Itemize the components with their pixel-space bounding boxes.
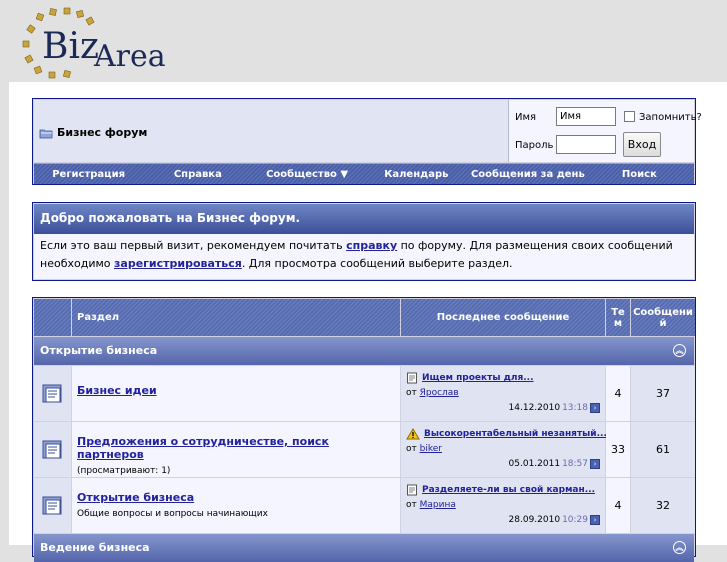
breadcrumb[interactable]: Бизнес форум [39,126,147,139]
nav-help[interactable]: Справка [143,164,252,184]
svg-text:Biz: Biz [42,26,99,67]
document-icon [407,484,417,496]
password-input[interactable] [556,135,616,154]
password-label: Пароль [515,140,554,151]
register-link[interactable]: зарегистрироваться [114,257,242,270]
forum-viewers: (просматривают: 1) [77,466,171,476]
threads-count: 4 [606,478,630,533]
forum-table: Раздел Последнее сообщение Те м Сообщени… [32,297,696,562]
nav-register[interactable]: Регистрация [34,164,143,184]
nav-search[interactable]: Поиск [585,164,694,184]
header-icon-col [34,299,71,336]
nav-todays-posts[interactable]: Сообщения за день [471,164,585,184]
username-input[interactable] [556,107,616,126]
posts-count: 37 [631,366,695,421]
threads-count: 4 [606,366,630,421]
collapse-icon[interactable]: ︽ [673,344,686,357]
navbar-menu: Регистрация Справка Сообщество ▼ Календа… [34,163,694,184]
remember-checkbox[interactable] [624,111,635,122]
help-link[interactable]: справку [346,239,397,252]
last-post-date: 05.01.2011 [508,459,561,469]
forum-title[interactable]: Предложения о сотрудничестве, поиск парт… [77,435,395,461]
last-post-cell: Ищем проекты для... от Ярослав 14.12.201… [401,366,605,421]
nav-community[interactable]: Сообщество ▼ [252,164,361,184]
welcome-text: Если это ваш первый визит, рекомендуем п… [34,234,694,279]
remember-label: Запомнить? [639,112,702,123]
last-post-author[interactable]: Ярослав [420,388,459,398]
go-to-last-post-icon[interactable]: › [590,403,600,413]
posts-count: 61 [631,422,695,477]
login-button[interactable]: Вход [623,132,661,157]
username-label: Имя [515,112,537,123]
forum-status-icon [34,366,71,421]
warning-icon [406,428,420,440]
forum-row[interactable]: Бизнес идеи [72,366,400,421]
last-post-author[interactable]: Марина [420,500,456,510]
last-post-date: 14.12.2010 [508,403,561,413]
by-label: от [406,500,417,510]
last-post-author[interactable]: biker [420,444,442,454]
threads-count: 33 [606,422,630,477]
last-post-time: 18:57 [562,459,588,469]
forum-description: Общие вопросы и вопросы начинающих [77,509,268,519]
breadcrumb-title[interactable]: Бизнес форум [57,126,147,139]
last-post-cell: Высокорентабельный незанятый... от biker… [401,422,607,477]
welcome-box: Добро пожаловать на Бизнес форум. Если э… [32,202,696,281]
go-to-last-post-icon[interactable]: › [590,459,600,469]
header-section: Раздел [72,299,400,336]
forum-status-icon [34,422,71,477]
last-post-time: 13:18 [562,403,588,413]
posts-count: 32 [631,478,695,533]
folder-icon [39,129,53,138]
navbar-top: Бизнес форум Имя Запомнить? Пароль Вход [34,100,702,162]
last-post-title[interactable]: Высокорентабельный незанятый... [424,429,607,439]
page-container: Бизнес форум Имя Запомнить? Пароль Вход … [9,82,727,562]
welcome-text-part: . Для просмотра сообщений выберите разде… [241,257,513,270]
forum-row[interactable]: Предложения о сотрудничестве, поиск парт… [72,422,400,477]
svg-text:Area: Area [93,39,166,74]
forum-row[interactable]: Открытие бизнеса Общие вопросы и вопросы… [72,478,400,533]
welcome-text-part: Если это ваш первый визит, рекомендуем п… [40,239,347,252]
header-posts: Сообщени й [631,299,695,336]
header-last-post: Последнее сообщение [401,299,605,336]
by-label: от [406,388,417,398]
category-header[interactable]: Открытие бизнеса ︽ [34,337,694,365]
welcome-title: Добро пожаловать на Бизнес форум. [34,204,694,234]
last-post-cell: Разделяете-ли вы свой карман... от Марин… [401,478,605,533]
document-icon [407,372,417,384]
category-header-next[interactable]: Ведение бизнеса ︽ [34,534,694,562]
last-post-date: 28.09.2010 [508,515,561,525]
forum-title[interactable]: Бизнес идеи [77,384,395,397]
navbar-box: Бизнес форум Имя Запомнить? Пароль Вход … [32,98,702,185]
last-post-title[interactable]: Ищем проекты для... [422,373,534,383]
header-threads: Те м [606,299,630,336]
last-post-title[interactable]: Разделяете-ли вы свой карман... [422,485,595,495]
category-title[interactable]: Ведение бизнеса [40,541,150,554]
last-post-time: 10:29 [562,515,588,525]
site-logo[interactable]: Biz Area [20,6,180,82]
forum-title[interactable]: Открытие бизнеса [77,491,395,504]
category-title[interactable]: Открытие бизнеса [40,344,157,357]
by-label: от [406,444,417,454]
go-to-last-post-icon[interactable]: › [590,515,600,525]
login-form: Имя Запомнить? Пароль Вход [508,100,702,162]
collapse-icon[interactable]: ︽ [673,541,686,554]
forum-status-icon [34,478,71,533]
nav-calendar[interactable]: Календарь [362,164,471,184]
